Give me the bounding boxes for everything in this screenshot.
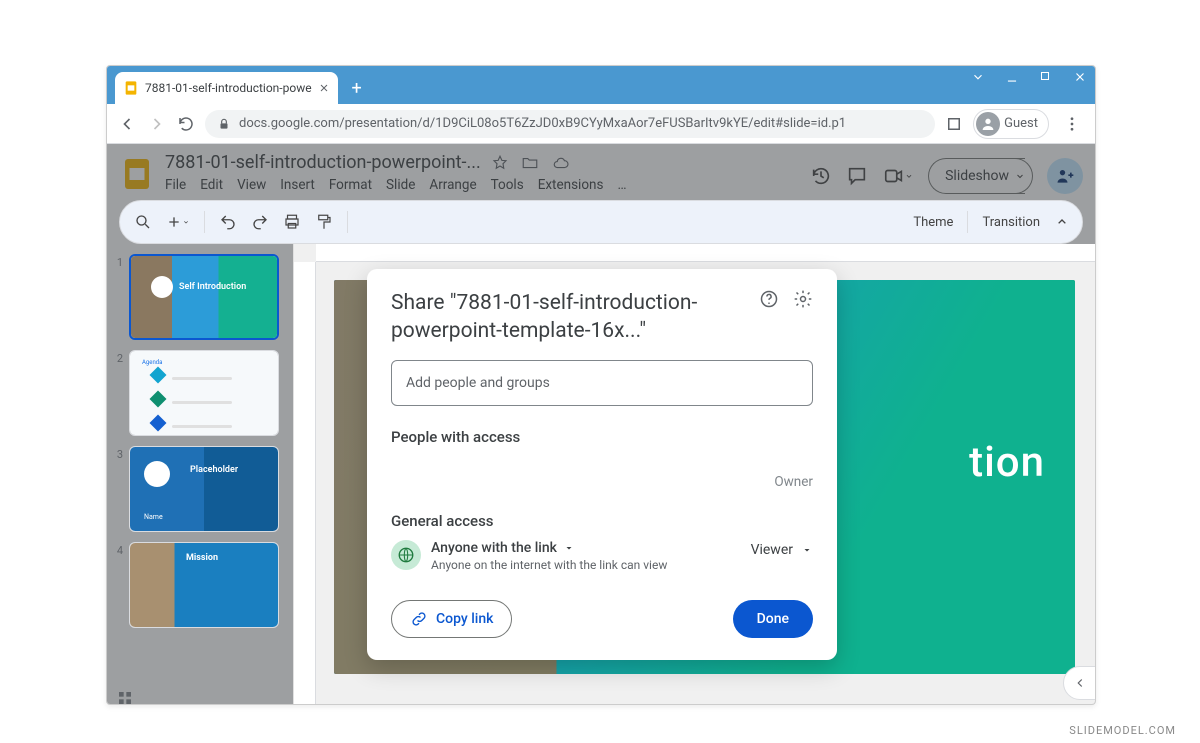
lock-icon — [217, 117, 231, 131]
thumb-2-title: Agenda — [142, 359, 270, 366]
ruler-horizontal — [316, 244, 1095, 262]
profile-chip[interactable]: Guest — [973, 109, 1049, 139]
redo-icon[interactable] — [251, 213, 269, 231]
share-dialog: Share "7881-01-self-introduction-powerpo… — [367, 269, 837, 660]
nav-forward-button — [147, 114, 167, 134]
titlebar: 7881-01-self-introduction-powe + — [107, 66, 1095, 104]
browser-window: 7881-01-self-introduction-powe + docs.go… — [106, 65, 1096, 705]
slide-thumb-3[interactable]: Placeholder Name — [129, 446, 279, 532]
chevron-down-icon — [801, 544, 813, 556]
slide-thumb-2[interactable]: Agenda — [129, 350, 279, 436]
tab-close-icon[interactable] — [318, 82, 330, 94]
done-label: Done — [757, 611, 789, 627]
explore-fab-icon[interactable] — [1063, 666, 1096, 700]
toolbar-collapse-icon[interactable] — [1054, 214, 1070, 230]
people-access-heading: People with access — [391, 428, 813, 446]
globe-icon — [391, 540, 421, 570]
thumb-3-title: Placeholder — [190, 465, 238, 475]
add-people-input[interactable]: Add people and groups — [391, 360, 813, 406]
slide-title-text: tion — [969, 438, 1045, 487]
url-text: docs.google.com/presentation/d/1D9CiL08o… — [239, 116, 846, 131]
help-icon[interactable] — [759, 289, 779, 309]
url-field[interactable]: docs.google.com/presentation/d/1D9CiL08o… — [205, 110, 935, 138]
avatar-icon — [976, 112, 1000, 136]
nav-back-button[interactable] — [117, 114, 137, 134]
slides-app: 7881-01-self-introduction-powerpoint-...… — [107, 144, 1095, 705]
role-label: Viewer — [751, 542, 793, 558]
print-icon[interactable] — [283, 213, 301, 231]
window-controls — [971, 70, 1089, 84]
toolbar: Theme Transition — [119, 200, 1083, 244]
ruler-vertical — [294, 262, 316, 705]
general-access-heading: General access — [391, 512, 813, 530]
thumb-3-name: Name — [144, 513, 163, 521]
window-minimize-icon[interactable] — [1005, 70, 1021, 84]
tab-title: 7881-01-self-introduction-powe — [145, 81, 312, 95]
window-close-icon[interactable] — [1073, 70, 1089, 84]
new-tab-button[interactable]: + — [344, 75, 370, 101]
thumb-number: 1 — [113, 254, 123, 340]
browser-menu-icon[interactable] — [1059, 111, 1085, 137]
chevron-down-icon — [563, 542, 575, 554]
extensions-icon[interactable] — [945, 115, 963, 133]
address-bar: docs.google.com/presentation/d/1D9CiL08o… — [107, 104, 1095, 144]
thumb-number: 4 — [113, 542, 123, 628]
dialog-title: Share "7881-01-self-introduction-powerpo… — [391, 289, 759, 346]
copy-link-button[interactable]: Copy link — [391, 600, 512, 638]
transition-button[interactable]: Transition — [982, 215, 1040, 230]
thumb-1-title: Self Introduction — [179, 282, 246, 292]
thumb-number: 3 — [113, 446, 123, 532]
thumbnails-panel: 1 Self Introduction 2 Agenda — [107, 244, 293, 705]
done-button[interactable]: Done — [733, 600, 813, 638]
theme-button[interactable]: Theme — [913, 215, 953, 230]
role-dropdown[interactable]: Viewer — [751, 540, 813, 558]
slide-thumb-4[interactable]: Mission — [129, 542, 279, 628]
guest-label: Guest — [1004, 116, 1038, 131]
link-icon — [410, 610, 428, 628]
link-scope-dropdown[interactable]: Anyone with the link — [431, 540, 741, 556]
paint-format-icon[interactable] — [315, 213, 333, 231]
window-caret-icon[interactable] — [971, 70, 987, 84]
copy-link-label: Copy link — [436, 611, 493, 627]
grid-view-icon[interactable] — [117, 690, 133, 705]
link-scope-description: Anyone on the internet with the link can… — [431, 558, 741, 572]
browser-tab[interactable]: 7881-01-self-introduction-powe — [115, 72, 338, 104]
add-people-placeholder: Add people and groups — [406, 375, 550, 391]
thumb-number: 2 — [113, 350, 123, 436]
link-scope-label: Anyone with the link — [431, 540, 557, 556]
thumb-4-title: Mission — [186, 553, 218, 563]
nav-reload-button[interactable] — [177, 115, 195, 133]
window-maximize-icon[interactable] — [1039, 70, 1055, 84]
owner-label: Owner — [774, 474, 813, 490]
new-slide-tool-icon[interactable] — [166, 214, 190, 230]
slides-icon — [123, 80, 139, 96]
watermark: SLIDEMODEL.COM — [1069, 724, 1176, 737]
search-tool-icon[interactable] — [134, 213, 152, 231]
slide-thumb-1[interactable]: Self Introduction — [129, 254, 279, 340]
undo-icon[interactable] — [219, 213, 237, 231]
settings-icon[interactable] — [793, 289, 813, 309]
